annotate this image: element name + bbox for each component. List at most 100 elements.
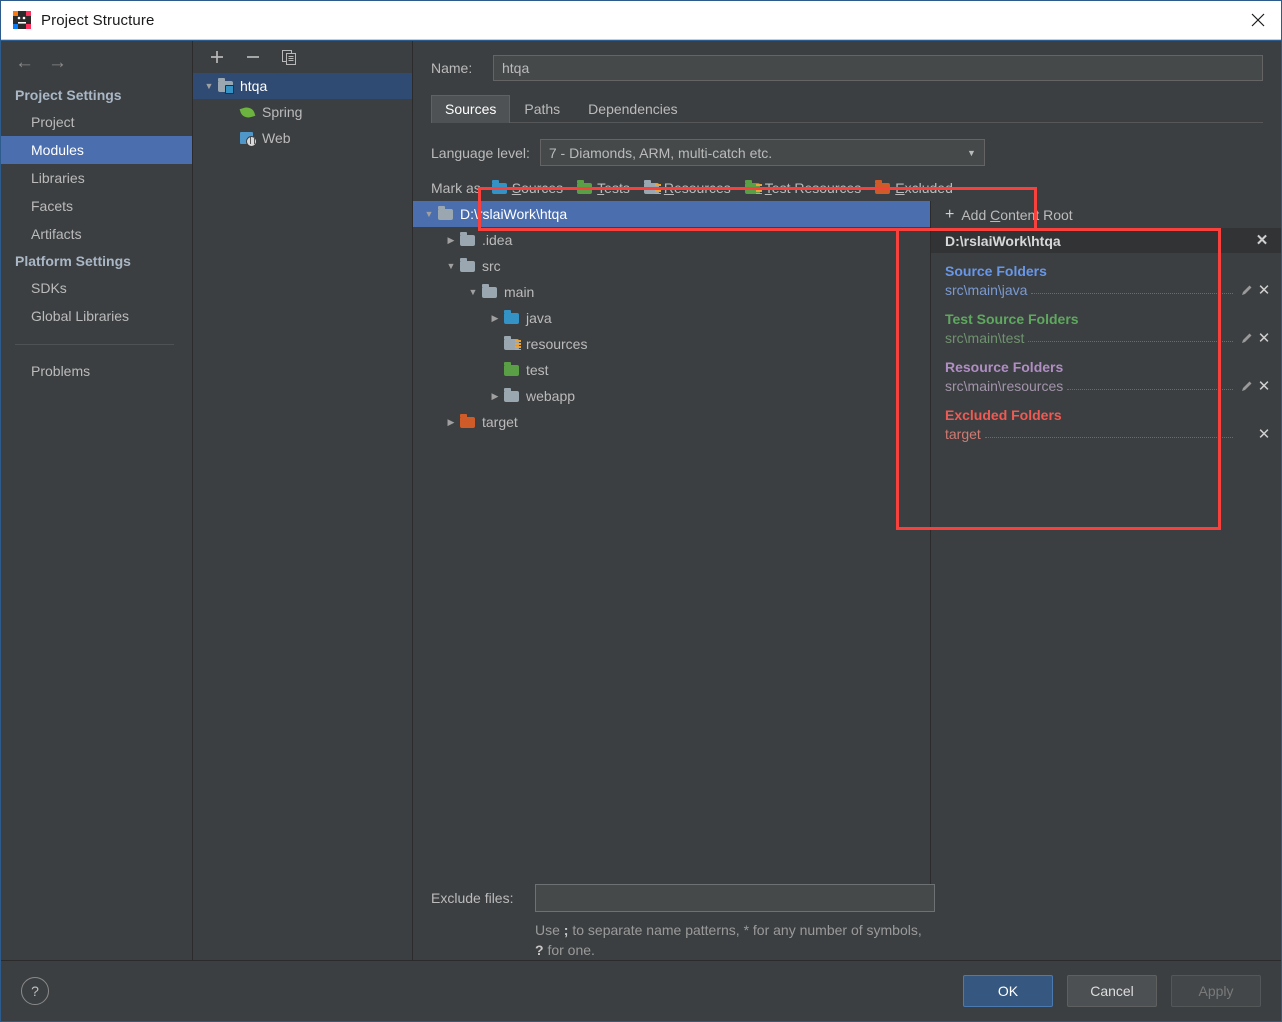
arrow-left-icon[interactable]: ← [15, 53, 34, 72]
tree-row-webapp[interactable]: ▶ webapp [413, 383, 930, 409]
arrow-right-icon[interactable]: → [48, 53, 67, 72]
resource-folders-title: Resource Folders [945, 359, 1064, 375]
excluded-folders-title: Excluded Folders [945, 407, 1062, 423]
chevron-right-icon[interactable]: ▶ [487, 313, 503, 324]
sidebar-item-global-libraries[interactable]: Global Libraries [1, 302, 192, 330]
tab-sources[interactable]: Sources [431, 95, 511, 123]
dialog-footer: ? OK Cancel Apply [1, 960, 1281, 1021]
close-icon[interactable]: ✕ [1255, 281, 1273, 299]
name-input[interactable] [493, 55, 1263, 81]
mark-as-sources-button[interactable]: Sources [491, 180, 563, 196]
mark-excluded-mnemonic: E [895, 180, 905, 196]
chevron-right-icon[interactable]: ▶ [443, 417, 459, 428]
mark-as-test-resources-button[interactable]: Test Resources [744, 180, 861, 196]
apply-button[interactable]: Apply [1171, 975, 1261, 1007]
tree-row-resources[interactable]: resources [413, 331, 930, 357]
tree-row-target[interactable]: ▶ target [413, 409, 930, 435]
sidebar-item-problems[interactable]: Problems [1, 357, 192, 385]
chevron-right-icon[interactable]: ▶ [443, 235, 459, 246]
add-content-root-label: ontent Root [1000, 206, 1073, 223]
add-content-root-button[interactable]: + Add Content Root [931, 201, 1281, 228]
name-row: Name: [413, 41, 1281, 81]
plus-icon[interactable] [207, 47, 227, 67]
chevron-down-icon[interactable]: ▼ [201, 81, 217, 91]
mark-sources-label: ources [521, 180, 564, 196]
add-content-root-pre: Add [961, 206, 991, 223]
sidebar-item-sdks[interactable]: SDKs [1, 274, 192, 302]
folder-icon [481, 284, 499, 300]
resource-folder-entry[interactable]: src\main\resources ✕ [931, 375, 1281, 397]
cancel-button[interactable]: Cancel [1067, 975, 1157, 1007]
test-source-folders-group: Test Source Folders [931, 301, 1281, 327]
close-icon[interactable] [1235, 2, 1281, 39]
mark-resources-mnemonic: R [663, 180, 674, 196]
content-root-path: D:\rslaiWork\htqa [945, 232, 1061, 249]
sidebar-item-libraries[interactable]: Libraries [1, 164, 192, 192]
module-tree-row-htqa[interactable]: ▼ htqa [193, 73, 412, 99]
mark-as-excluded-button[interactable]: Excluded [874, 180, 953, 196]
close-icon[interactable]: ✕ [1253, 232, 1271, 250]
test-resources-folder-icon [744, 180, 762, 196]
tree-row-label: resources [526, 336, 588, 352]
close-icon[interactable]: ✕ [1255, 377, 1273, 395]
name-label: Name: [431, 60, 473, 76]
language-level-value: 7 - Diamonds, ARM, multi-catch etc. [548, 144, 773, 161]
window-title: Project Structure [41, 11, 155, 29]
mark-resources-label: esources [673, 180, 731, 196]
module-toolbar [193, 41, 412, 71]
language-level-select[interactable]: 7 - Diamonds, ARM, multi-catch etc. ▼ [539, 139, 985, 166]
tree-row-label: .idea [482, 232, 513, 248]
mark-as-resources-button[interactable]: Resources [643, 180, 731, 196]
exclude-files-input[interactable] [535, 884, 935, 912]
sidebar-item-artifacts[interactable]: Artifacts [1, 220, 192, 248]
chevron-down-icon[interactable]: ▼ [465, 287, 481, 297]
tree-row-main[interactable]: ▼ main [413, 279, 930, 305]
edit-spacer [1237, 425, 1255, 443]
chevron-right-icon[interactable]: ▶ [487, 391, 503, 402]
minus-icon[interactable] [243, 47, 263, 67]
dotted-leader [1031, 283, 1233, 294]
folder-icon [459, 232, 477, 248]
tests-folder-icon [503, 362, 521, 378]
tree-row-java[interactable]: ▶ java [413, 305, 930, 331]
source-folder-entry[interactable]: src\main\java ✕ [931, 279, 1281, 301]
tab-paths[interactable]: Paths [510, 95, 574, 123]
sidebar-item-facets[interactable]: Facets [1, 192, 192, 220]
tab-dependencies[interactable]: Dependencies [574, 95, 692, 123]
resources-folder-icon [643, 180, 661, 196]
exclude-files-row: Exclude files: [431, 884, 1263, 912]
tree-row-idea[interactable]: ▶ .idea [413, 227, 930, 253]
close-icon[interactable]: ✕ [1255, 329, 1273, 347]
resource-folder-path: src\main\resources [945, 378, 1064, 394]
exclude-files-hint: Use ; to separate name patterns, * for a… [535, 912, 925, 960]
test-source-folder-entry[interactable]: src\main\test ✕ [931, 327, 1281, 349]
ok-button[interactable]: OK [963, 975, 1053, 1007]
chevron-down-icon[interactable]: ▼ [443, 261, 459, 271]
sources-split: ▼ D:\rslaiWork\htqa ▶ .idea ▼ src ▼ main… [413, 201, 1281, 884]
sidebar-item-modules[interactable]: Modules [1, 136, 192, 164]
module-tree: ▼ htqa Spring Web [193, 71, 412, 960]
mark-as-buttons: Sources Tests Resources Test Resources E… [491, 180, 953, 196]
content-roots-panel: + Add Content Root D:\rslaiWork\htqa ✕ S… [930, 201, 1281, 884]
spring-leaf-icon [239, 104, 257, 120]
pencil-icon[interactable] [1237, 377, 1255, 395]
web-facet-icon [239, 130, 257, 147]
excluded-folder-entry[interactable]: target ✕ [931, 423, 1281, 445]
tree-row-src[interactable]: ▼ src [413, 253, 930, 279]
module-tree-row-spring[interactable]: Spring [193, 99, 412, 125]
project-structure-dialog: Project Structure ← → Project Settings P… [0, 0, 1282, 1022]
module-tree-row-web[interactable]: Web [193, 125, 412, 151]
pencil-icon[interactable] [1237, 281, 1255, 299]
tree-row-test[interactable]: test [413, 357, 930, 383]
mark-as-tests-button[interactable]: Tests [576, 180, 630, 196]
source-folders-title: Source Folders [945, 263, 1047, 279]
copy-icon[interactable] [279, 47, 299, 67]
chevron-down-icon[interactable]: ▼ [421, 209, 437, 219]
title-bar: Project Structure [1, 1, 1281, 40]
close-icon[interactable]: ✕ [1255, 425, 1273, 443]
question-mark-icon[interactable]: ? [21, 977, 49, 1005]
pencil-icon[interactable] [1237, 329, 1255, 347]
module-editor: Name: Sources Paths Dependencies Languag… [413, 41, 1281, 960]
sidebar-item-project[interactable]: Project [1, 108, 192, 136]
tree-row-content-root[interactable]: ▼ D:\rslaiWork\htqa [413, 201, 930, 227]
